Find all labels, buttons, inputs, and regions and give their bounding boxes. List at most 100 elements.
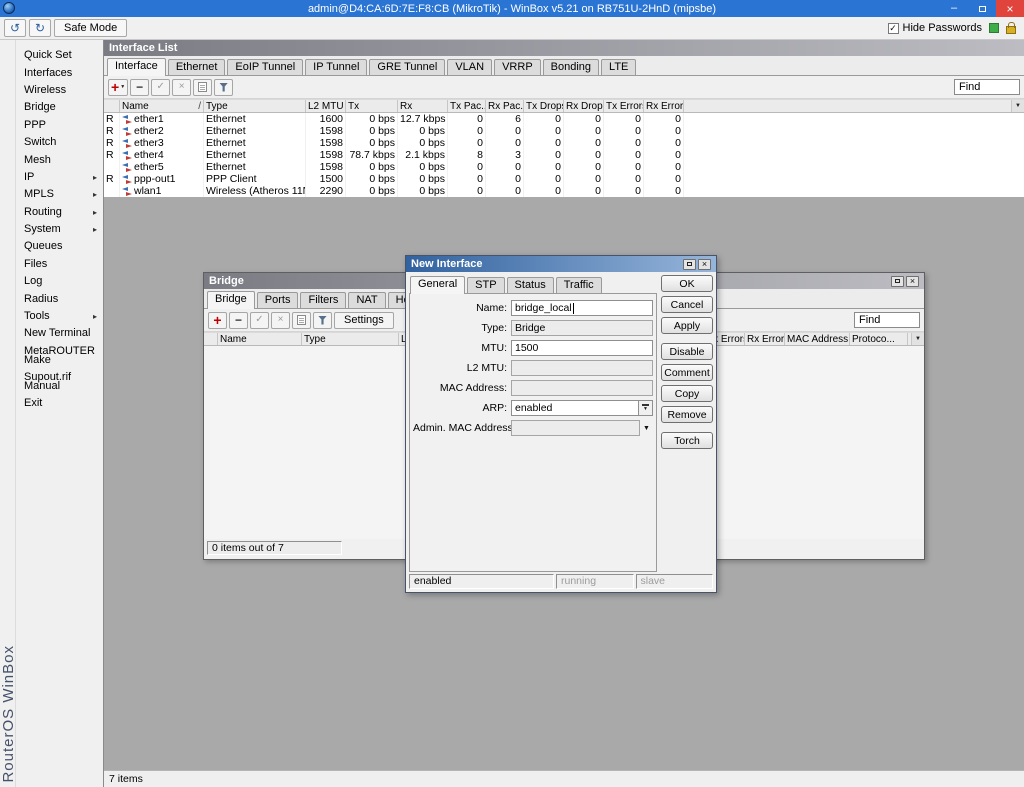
redo-button[interactable]: ↻ [29,19,51,37]
sidebar-item-bridge[interactable]: Bridge [16,99,103,116]
remove-button[interactable]: Remove [661,406,713,423]
dialog-tab-general[interactable]: General [410,276,465,294]
bridge-column-name[interactable]: Name [218,333,302,345]
enable-button[interactable]: ✓ [250,312,269,329]
sidebar-item-exit[interactable]: Exit [16,395,103,412]
remove-button[interactable]: − [229,312,248,329]
sidebar-item-new-terminal[interactable]: New Terminal [16,325,103,342]
expand-dropdown-button[interactable]: ▼ [640,425,653,432]
sidebar-item-wireless[interactable]: Wireless [16,82,103,99]
maximize-button[interactable] [968,0,996,17]
add-button[interactable]: + ▼ [108,79,128,96]
interface-row-ether4[interactable]: Rether4Ethernet159878.7 kbps2.1 kbps8300… [104,149,1024,161]
dialog-tab-stp[interactable]: STP [467,277,504,293]
iface-column-type[interactable]: Type [204,100,306,112]
sidebar-item-mesh[interactable]: Mesh [16,151,103,168]
sidebar-item-make-supout-rif[interactable]: Make Supout.rif [16,360,103,377]
apply-button[interactable]: Apply [661,317,713,334]
bridge-tab-nat[interactable]: NAT [348,292,385,308]
safe-mode-button[interactable]: Safe Mode [54,19,127,37]
hide-passwords-checkbox[interactable]: ✓ Hide Passwords [888,22,982,34]
comment-button[interactable]: Comment [661,364,713,381]
disable-button[interactable]: × [172,79,191,96]
iface-column-tx-errors[interactable]: Tx Errors [604,100,644,112]
dialog-tab-traffic[interactable]: Traffic [556,277,602,293]
bridge-column-rx-errors[interactable]: Rx Errors [745,333,785,345]
copy-button[interactable]: Copy [661,385,713,402]
find-button[interactable]: Find [854,312,920,328]
interface-row-wlan1[interactable]: wlan1Wireless (Atheros 11N)22900 bps0 bp… [104,185,1024,197]
tab-vrrp[interactable]: VRRP [494,59,541,75]
interface-row-ppp-out1[interactable]: Rppp-out1PPP Client15000 bps0 bps000000 [104,173,1024,185]
column-chooser-button[interactable]: ▼ [1011,100,1024,112]
interface-row-ether3[interactable]: Rether3Ethernet15980 bps0 bps000000 [104,137,1024,149]
settings-button[interactable]: Settings [334,312,394,329]
sidebar-item-quick-set[interactable]: Quick Set [16,47,103,64]
tab-ip-tunnel[interactable]: IP Tunnel [305,59,367,75]
iface-column-name[interactable]: Name/ [120,100,204,112]
disable-button[interactable]: × [271,312,290,329]
sidebar-item-files[interactable]: Files [16,256,103,273]
iface-column-tx-pac[interactable]: Tx Pac... [448,100,486,112]
titlebar[interactable]: admin@D4:CA:6D:7E:F8:CB (MikroTik) - Win… [0,0,1024,17]
arp-field[interactable]: enabled▼ [511,400,653,416]
tab-vlan[interactable]: VLAN [447,59,492,75]
add-button[interactable]: + [208,312,227,329]
close-button[interactable]: × [996,0,1024,17]
interface-row-ether1[interactable]: Rether1Ethernet16000 bps12.7 kbps060000 [104,113,1024,125]
tab-lte[interactable]: LTE [601,59,636,75]
sidebar-item-interfaces[interactable]: Interfaces [16,64,103,81]
close-button[interactable]: × [698,259,711,270]
tab-bonding[interactable]: Bonding [543,59,599,75]
comment-button[interactable] [193,79,212,96]
tab-gre-tunnel[interactable]: GRE Tunnel [369,59,445,75]
find-button[interactable]: Find [954,79,1020,95]
column-chooser-button[interactable]: ▼ [911,333,924,345]
iface-column-rx-pac[interactable]: Rx Pac... [486,100,524,112]
filter-button[interactable] [214,79,233,96]
minimize-button[interactable]: – [940,0,968,17]
tab-interface[interactable]: Interface [107,58,166,76]
iface-column-rx[interactable]: Rx [398,100,448,112]
bridge-tab-ports[interactable]: Ports [257,292,299,308]
interface-list-titlebar[interactable]: Interface List [104,40,1024,56]
sidebar-item-queues[interactable]: Queues [16,238,103,255]
type-field[interactable]: Bridge [511,320,653,336]
combo-dropdown-button[interactable]: ▼ [638,401,652,415]
sidebar-item-system[interactable]: System▸ [16,221,103,238]
bridge-tab-filters[interactable]: Filters [300,292,346,308]
iface-column-l2-mtu[interactable]: L2 MTU [306,100,346,112]
sidebar-item-mpls[interactable]: MPLS▸ [16,186,103,203]
new-interface-titlebar[interactable]: New Interface × [406,256,716,272]
dialog-tab-status[interactable]: Status [507,277,554,293]
sidebar-item-ppp[interactable]: PPP [16,117,103,134]
sidebar-item-log[interactable]: Log [16,273,103,290]
sidebar-item-routing[interactable]: Routing▸ [16,204,103,221]
iface-column-tx[interactable]: Tx [346,100,398,112]
bridge-column-type[interactable]: Type [302,333,399,345]
bridge-column-protoco[interactable]: Protoco... [850,333,908,345]
enable-button[interactable]: ✓ [151,79,170,96]
close-button[interactable]: × [906,276,919,287]
bridge-column-flag[interactable] [204,333,218,345]
tab-ethernet[interactable]: Ethernet [168,59,226,75]
iface-column-rx-drops[interactable]: Rx Drops [564,100,604,112]
maximize-button[interactable] [891,276,904,287]
bridge-column-mac-address[interactable]: MAC Address [785,333,850,345]
tab-eoip-tunnel[interactable]: EoIP Tunnel [227,59,303,75]
sidebar-item-ip[interactable]: IP▸ [16,169,103,186]
mtu-field[interactable]: 1500 [511,340,653,356]
torch-button[interactable]: Torch [661,432,713,449]
iface-column-rx-errors[interactable]: Rx Errors [644,100,684,112]
comment-button[interactable] [292,312,311,329]
interface-row-ether2[interactable]: Rether2Ethernet15980 bps0 bps000000 [104,125,1024,137]
ok-button[interactable]: OK [661,275,713,292]
disable-button[interactable]: Disable [661,343,713,360]
cancel-button[interactable]: Cancel [661,296,713,313]
iface-column-tx-drops[interactable]: Tx Drops [524,100,564,112]
sidebar-item-tools[interactable]: Tools▸ [16,308,103,325]
sidebar-item-radius[interactable]: Radius [16,290,103,307]
interface-row-ether5[interactable]: ether5Ethernet15980 bps0 bps000000 [104,161,1024,173]
bridge-tab-bridge[interactable]: Bridge [207,291,255,309]
name-field[interactable]: bridge_local [511,300,653,316]
